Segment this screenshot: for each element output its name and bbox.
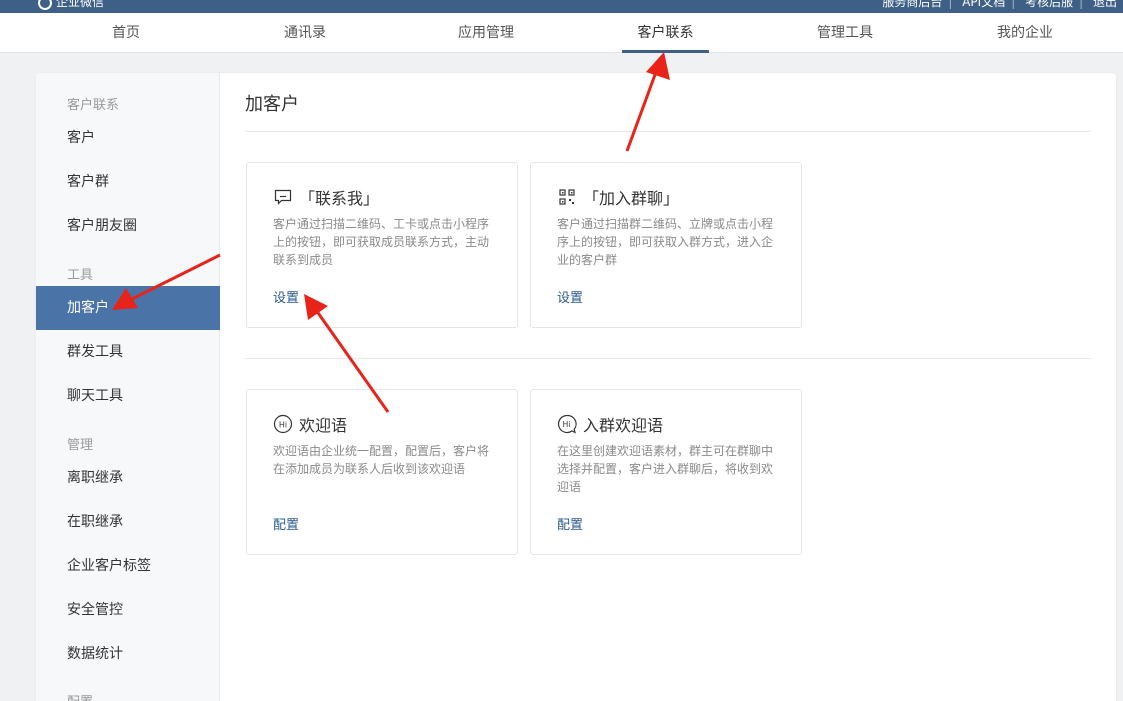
card-title: 欢迎语 xyxy=(299,416,348,435)
message-icon xyxy=(273,187,293,207)
top-bar: 企业微信 服务商后台 | API文档 | 考核后服 | 退出 xyxy=(0,0,1123,13)
top-link-logout[interactable]: 退出 xyxy=(1093,0,1117,9)
tab-management-tools[interactable]: 管理工具 xyxy=(805,13,885,53)
configure-link[interactable]: 配置 xyxy=(273,514,299,533)
sidebar-item-statistics[interactable]: 数据统计 xyxy=(36,632,220,676)
card-description: 客户通过扫描二维码、工卡或点击小程序上的按钮，即可获取成员联系方式，主动联系到成… xyxy=(273,217,490,267)
tab-contacts[interactable]: 通讯录 xyxy=(265,13,345,53)
divider: | xyxy=(948,0,953,9)
divider xyxy=(245,131,1091,132)
sidebar-item-moments[interactable]: 客户朋友圈 xyxy=(36,204,220,248)
sidebar-item-customer-tags[interactable]: 企业客户标签 xyxy=(36,544,220,588)
card-join-group: 「加入群聊」 客户通过扫描群二维码、立牌或点击小程序上的按钮，即可获取入群方式，… xyxy=(530,162,802,328)
card-title-row: Hi 入群欢迎语 xyxy=(557,412,663,436)
settings-link[interactable]: 设置 xyxy=(273,287,299,306)
sidebar-section-tools: 工具 xyxy=(67,268,94,283)
logo[interactable]: 企业微信 xyxy=(38,0,104,10)
settings-link[interactable]: 设置 xyxy=(557,287,583,306)
tab-home[interactable]: 首页 xyxy=(86,13,166,53)
sidebar-item-customer-group[interactable]: 客户群 xyxy=(36,160,220,204)
svg-text:Hi: Hi xyxy=(279,421,287,430)
qrcode-icon xyxy=(557,187,577,207)
divider: | xyxy=(1079,0,1084,9)
hi-chat-icon: Hi xyxy=(557,414,577,434)
svg-text:Hi: Hi xyxy=(563,420,571,429)
logo-text: 企业微信 xyxy=(56,0,105,9)
card-contact-me: 「联系我」 客户通过扫描二维码、工卡或点击小程序上的按钮，即可获取成员联系方式，… xyxy=(246,162,518,328)
card-group-welcome: Hi 入群欢迎语 在这里创建欢迎语素材，群主可在群聊中选择并配置，客户进入群聊后… xyxy=(530,389,802,555)
sidebar-item-chat-tools[interactable]: 聊天工具 xyxy=(36,374,220,418)
top-link-service[interactable]: 服务商后台 xyxy=(882,0,942,9)
top-link-api[interactable]: API文档 xyxy=(962,0,1005,9)
card-welcome-message: Hi 欢迎语 欢迎语由企业统一配置，配置后，客户将在添加成员为联系人后收到该欢迎… xyxy=(246,389,518,555)
card-description: 客户通过扫描群二维码、立牌或点击小程序上的按钮，即可获取入群方式，进入企业的客户… xyxy=(557,217,774,267)
card-description: 在这里创建欢迎语素材，群主可在群聊中选择并配置，客户进入群聊后，将收到欢迎语 xyxy=(557,444,774,494)
card-title: 入群欢迎语 xyxy=(583,416,664,435)
tab-my-enterprise[interactable]: 我的企业 xyxy=(985,13,1065,53)
sidebar-section-customer: 客户联系 xyxy=(67,98,120,113)
sidebar-item-add-customer[interactable]: 加客户 xyxy=(36,286,220,330)
card-title-row: 「联系我」 xyxy=(273,185,379,209)
tab-customer-contact[interactable]: 客户联系 xyxy=(622,13,709,53)
card-title: 「加入群聊」 xyxy=(583,189,680,208)
configure-link[interactable]: 配置 xyxy=(557,514,583,533)
sidebar-section-config: 配置 xyxy=(67,691,93,701)
divider: | xyxy=(1011,0,1016,9)
sidebar-item-resigned-transfer[interactable]: 离职继承 xyxy=(36,456,220,500)
sidebar-item-customer[interactable]: 客户 xyxy=(36,116,220,160)
card-description: 欢迎语由企业统一配置，配置后，客户将在添加成员为联系人后收到该欢迎语 xyxy=(273,444,490,476)
top-link-other[interactable]: 考核后服 xyxy=(1025,0,1073,9)
card-title: 「联系我」 xyxy=(299,189,380,208)
main-nav: 首页 通讯录 应用管理 客户联系 管理工具 我的企业 xyxy=(0,13,1123,53)
page-title: 加客户 xyxy=(245,94,299,115)
hi-icon: Hi xyxy=(273,414,293,434)
sidebar: 客户联系 客户 客户群 客户朋友圈 工具 加客户 群发工具 聊天工具 管理 离职… xyxy=(36,73,220,701)
sidebar-item-security[interactable]: 安全管控 xyxy=(36,588,220,632)
top-links: 服务商后台 | API文档 | 考核后服 | 退出 xyxy=(876,0,1117,10)
card-title-row: Hi 欢迎语 xyxy=(273,412,347,436)
divider xyxy=(245,358,1091,359)
card-title-row: 「加入群聊」 xyxy=(557,185,679,209)
sidebar-item-onjob-transfer[interactable]: 在职继承 xyxy=(36,500,220,544)
logo-icon xyxy=(38,0,52,10)
sidebar-section-manage: 管理 xyxy=(67,438,94,453)
sidebar-item-broadcast[interactable]: 群发工具 xyxy=(36,330,220,374)
tab-app-management[interactable]: 应用管理 xyxy=(446,13,526,53)
